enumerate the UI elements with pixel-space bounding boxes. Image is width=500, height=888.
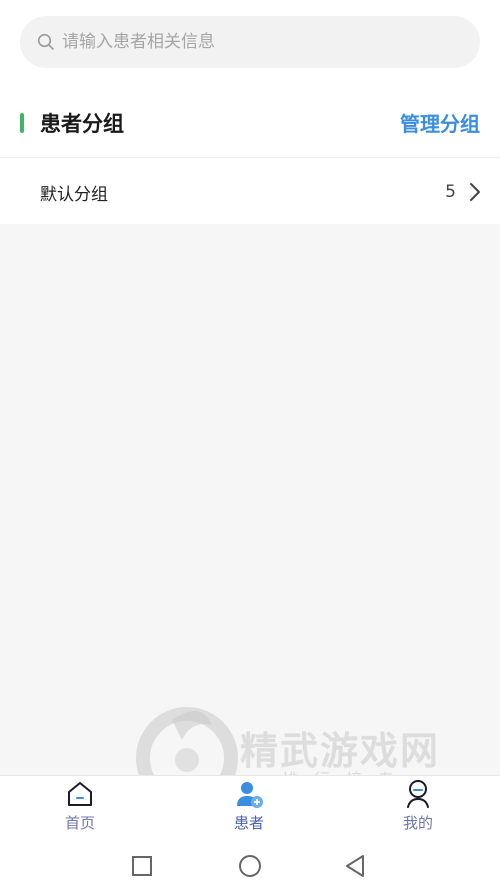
manage-groups-button[interactable]: 管理分组 — [400, 108, 480, 137]
back-icon[interactable] — [342, 852, 370, 880]
search-input[interactable] — [62, 32, 442, 52]
tab-profile[interactable]: 我的 — [358, 776, 478, 841]
system-nav-bar — [0, 840, 500, 888]
tab-profile-label: 我的 — [402, 814, 433, 832]
home-icon — [68, 782, 92, 806]
home-circle-icon[interactable] — [236, 852, 264, 880]
section-title: 患者分组 — [40, 112, 124, 136]
profile-icon — [407, 780, 429, 808]
tab-home[interactable]: 首页 — [20, 776, 140, 841]
tab-patients[interactable]: 患者 — [189, 776, 309, 841]
bottom-tab-bar: 首页 患者 我的 — [0, 775, 500, 840]
tab-home-label: 首页 — [64, 814, 95, 832]
search-icon — [37, 33, 54, 50]
group-count: 5 — [445, 182, 456, 202]
group-row-default[interactable]: 默认分组 5 — [0, 160, 500, 224]
search-bar[interactable] — [20, 16, 480, 68]
tab-patients-label: 患者 — [233, 814, 264, 832]
watermark-title: 精武游戏网 — [240, 729, 441, 773]
top-area: 患者分组 管理分组 默认分组 5 — [0, 0, 500, 224]
group-name: 默认分组 — [40, 184, 108, 205]
recent-apps-icon[interactable] — [128, 852, 156, 880]
chevron-right-icon — [470, 183, 480, 201]
section-header: 患者分组 管理分组 — [0, 96, 500, 158]
section-accent-bar — [20, 113, 24, 133]
patient-icon — [237, 782, 263, 808]
